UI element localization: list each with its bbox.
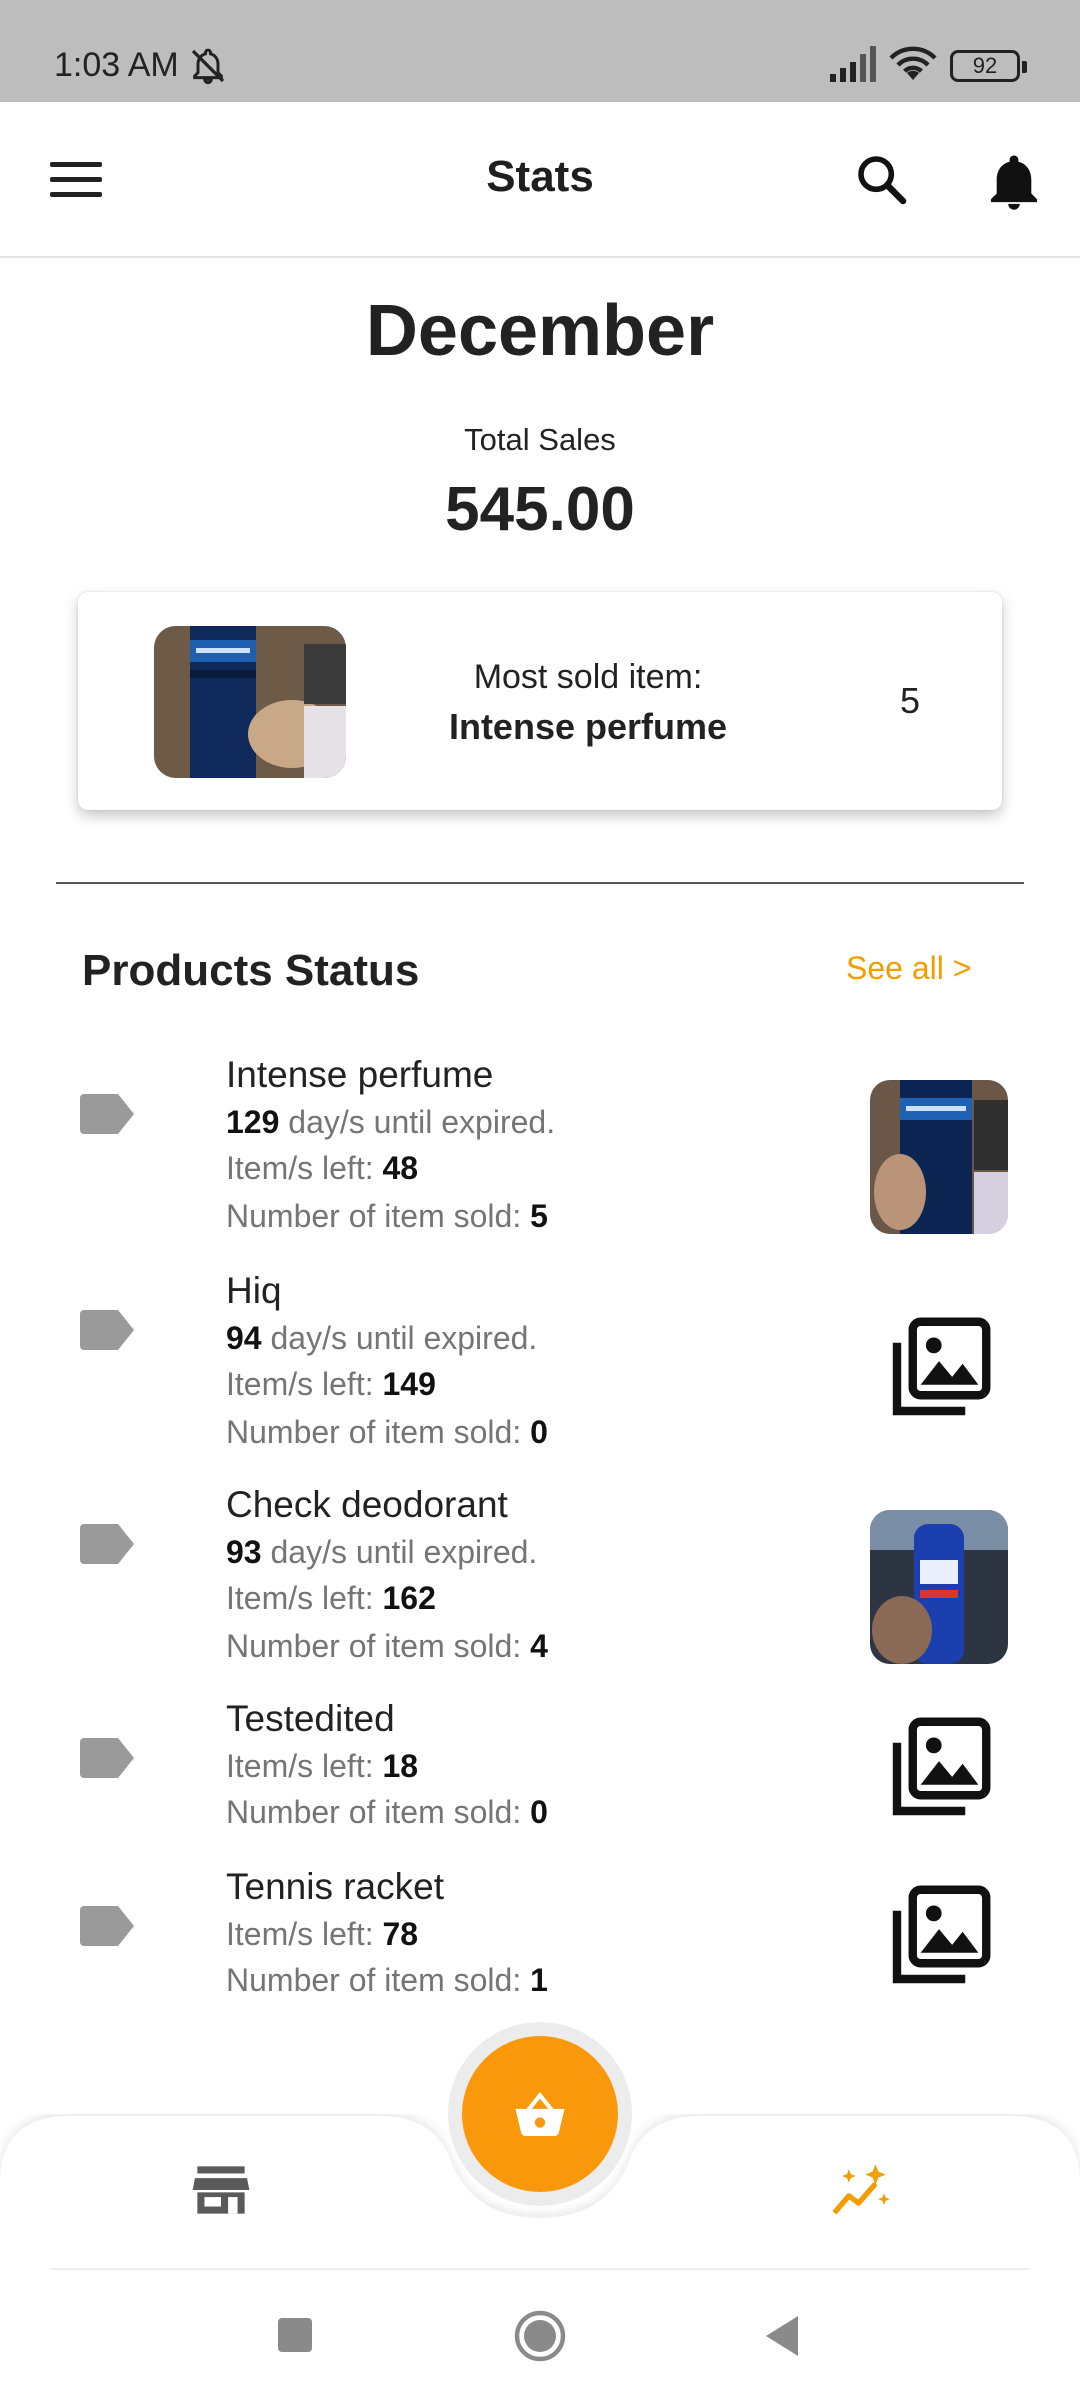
page-title: Stats bbox=[486, 152, 594, 201]
tag-icon bbox=[80, 1310, 134, 1350]
bell-icon[interactable] bbox=[986, 152, 1042, 212]
item-sold: Number of item sold: 0 bbox=[226, 1414, 548, 1450]
tag-icon bbox=[80, 1906, 134, 1946]
item-expiry: 129 day/s until expired. bbox=[226, 1104, 556, 1140]
status-time: 1:03 AM bbox=[54, 46, 179, 84]
list-item[interactable]: Intense perfume 129 day/s until expired.… bbox=[0, 1050, 1080, 1248]
basket-button[interactable] bbox=[462, 2036, 618, 2192]
search-icon[interactable] bbox=[854, 152, 910, 208]
item-sold: Number of item sold: 5 bbox=[226, 1198, 548, 1234]
back-icon[interactable] bbox=[762, 2314, 802, 2358]
image-placeholder-icon bbox=[892, 1717, 991, 1816]
section-title: Products Status bbox=[82, 946, 420, 995]
basket-icon bbox=[515, 2092, 565, 2136]
item-sold: Number of item sold: 0 bbox=[226, 1794, 548, 1830]
item-expiry: 93 day/s until expired. bbox=[226, 1534, 538, 1570]
item-name: Check deodorant bbox=[226, 1484, 508, 1525]
item-left: Item/s left: 78 bbox=[226, 1916, 419, 1952]
month-title: December bbox=[365, 291, 715, 371]
stats-icon[interactable] bbox=[828, 2162, 894, 2220]
item-left: Item/s left: 149 bbox=[226, 1366, 436, 1402]
item-name: Testedited bbox=[226, 1698, 395, 1739]
total-sales-value: 545.00 bbox=[445, 475, 635, 544]
recents-icon[interactable] bbox=[278, 2318, 312, 2352]
item-expiry: 94 day/s until expired. bbox=[226, 1320, 538, 1356]
tag-icon bbox=[80, 1738, 134, 1778]
list-item[interactable]: Testedited Item/s left: 18 Number of ite… bbox=[0, 1694, 1080, 1854]
item-sold: Number of item sold: 1 bbox=[226, 1962, 548, 1998]
divider bbox=[56, 882, 1024, 884]
store-icon[interactable] bbox=[192, 2164, 250, 2216]
list-item[interactable]: Hiq 94 day/s until expired. Item/s left:… bbox=[0, 1266, 1080, 1464]
item-sold: Number of item sold: 4 bbox=[226, 1628, 548, 1664]
image-placeholder-icon bbox=[892, 1885, 991, 1984]
item-name: Hiq bbox=[226, 1270, 282, 1311]
item-left: Item/s left: 162 bbox=[226, 1580, 436, 1616]
list-item[interactable]: Tennis racket Item/s left: 78 Number of … bbox=[0, 1862, 1080, 2022]
item-left: Item/s left: 48 bbox=[226, 1150, 419, 1186]
app-bar: Stats bbox=[0, 102, 1080, 258]
nav-divider bbox=[50, 2268, 1030, 2270]
product-image bbox=[870, 1080, 1008, 1234]
status-bar: 1:03 AM 92 bbox=[0, 0, 1080, 102]
item-name: Tennis racket bbox=[226, 1866, 444, 1907]
most-sold-image bbox=[154, 626, 346, 778]
signal-icon bbox=[830, 46, 876, 82]
wifi-icon bbox=[889, 46, 937, 80]
most-sold-name: Intense perfume bbox=[448, 706, 728, 747]
most-sold-label: Most sold item: bbox=[473, 658, 703, 696]
home-icon[interactable] bbox=[514, 2310, 566, 2362]
notifications-off-icon bbox=[191, 48, 225, 85]
tag-icon bbox=[80, 1524, 134, 1564]
item-left: Item/s left: 18 bbox=[226, 1748, 419, 1784]
most-sold-count: 5 bbox=[900, 680, 921, 721]
item-name: Intense perfume bbox=[226, 1054, 494, 1095]
image-placeholder-icon bbox=[892, 1317, 991, 1416]
most-sold-card[interactable]: Most sold item: Intense perfume 5 bbox=[78, 592, 1002, 810]
tag-icon bbox=[80, 1094, 134, 1134]
see-all-link[interactable]: See all > bbox=[846, 950, 971, 987]
list-item[interactable]: Check deodorant 93 day/s until expired. … bbox=[0, 1480, 1080, 1678]
battery-icon: 92 bbox=[950, 50, 1027, 82]
total-sales-label: Total Sales bbox=[464, 422, 616, 457]
product-image bbox=[870, 1510, 1008, 1664]
